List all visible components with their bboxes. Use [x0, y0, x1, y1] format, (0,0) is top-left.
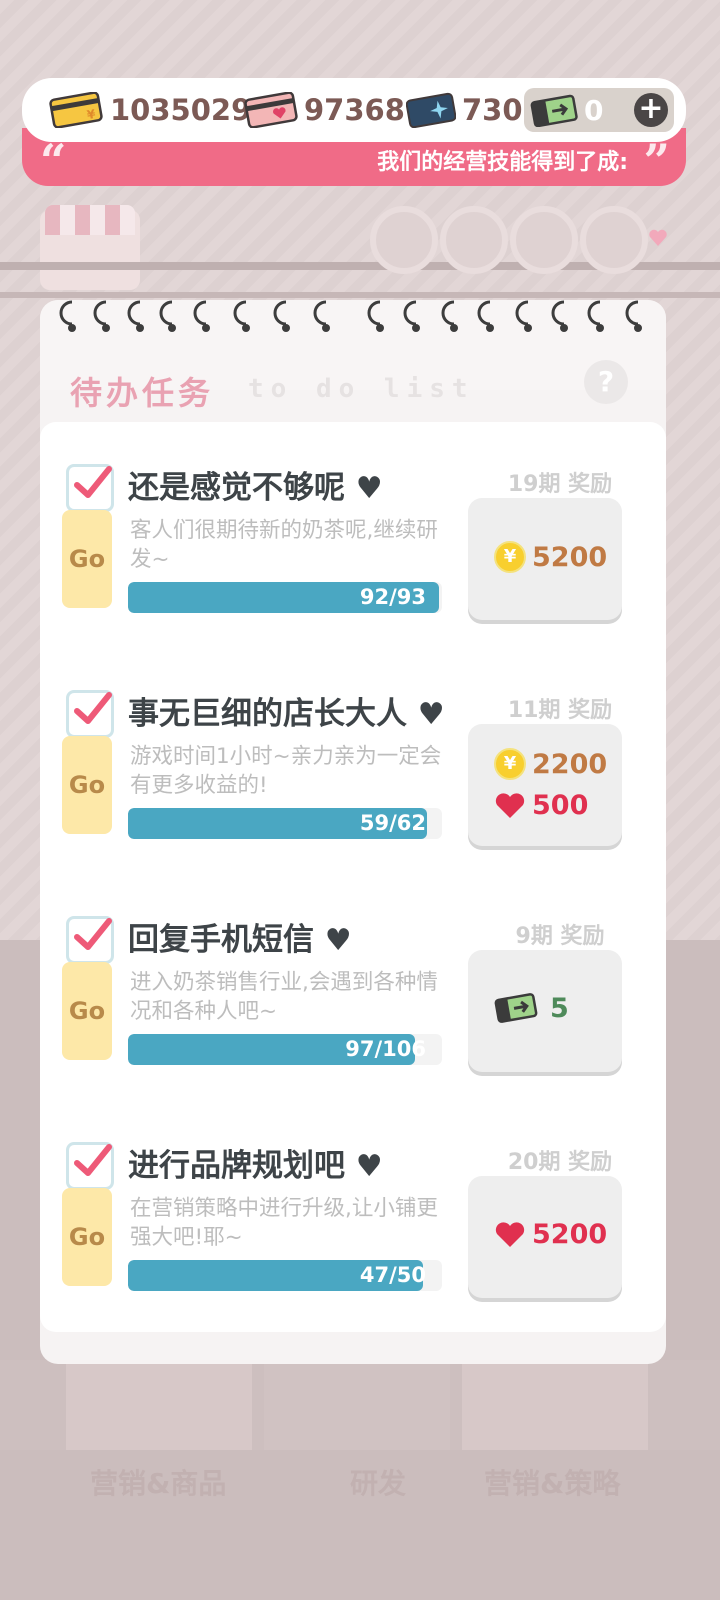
- task-title-text: 进行品牌规划吧: [128, 1148, 345, 1184]
- gold-card-icon: ¥: [49, 92, 103, 128]
- task-description: 客人们很期待新的奶茶呢,继续研发~: [130, 518, 438, 572]
- progress-text: 92/93: [359, 585, 426, 609]
- bottom-tab-bg: [66, 1360, 252, 1450]
- task-title: 事无巨细的店长大人 ♥: [128, 688, 445, 733]
- panel-subtitle: to do list: [248, 374, 475, 404]
- go-button[interactable]: Go: [62, 1188, 112, 1286]
- reward-row: 5200: [494, 1219, 607, 1250]
- heart-icon: [495, 792, 525, 818]
- bottom-tab-bg: [462, 1360, 648, 1450]
- reward-box[interactable]: 5200: [468, 1176, 622, 1298]
- go-button[interactable]: Go: [62, 962, 112, 1060]
- reward-period: 11期 奖励: [507, 698, 613, 723]
- heart-icon: [495, 1221, 525, 1247]
- marquee-text: 我们的经营技能得到了成:: [377, 150, 628, 175]
- task-progress-bar: 92/93: [128, 582, 442, 613]
- blue-card-icon: [406, 92, 456, 128]
- pink-card-currency: 97368: [244, 88, 405, 132]
- currency-bar: ¥ 1035029 97368 730 0 +: [22, 78, 686, 142]
- check-icon: [74, 918, 112, 950]
- task-progress-bar: 47/50: [128, 1260, 442, 1291]
- blue-card-value: 730: [462, 93, 523, 127]
- bottom-tab-label[interactable]: 营销&策略: [484, 1462, 620, 1502]
- heart-icon: [649, 229, 667, 246]
- task-description: 进入奶茶销售行业,会遇到各种情况和各种人吧~: [130, 970, 438, 1024]
- reward-period: 20期 奖励: [507, 1150, 613, 1175]
- reward-value: 5200: [532, 1219, 608, 1250]
- shop-awning: [45, 205, 135, 235]
- heart-icon: ♥: [355, 1149, 383, 1184]
- task-item: 事无巨细的店长大人 ♥ Go 游戏时间1小时~亲力亲为一定会有更多收益的! 59…: [60, 680, 646, 880]
- help-button[interactable]: ?: [584, 360, 628, 404]
- progress-text: 97/106: [345, 1037, 426, 1061]
- coin-icon: ¥: [494, 748, 526, 780]
- check-icon: [74, 692, 112, 724]
- reward-row: ¥ 2200: [494, 748, 607, 780]
- task-title-text: 还是感觉不够呢: [128, 470, 345, 506]
- gold-card-currency: ¥ 1035029: [48, 88, 251, 132]
- reward-box[interactable]: 5: [468, 950, 622, 1072]
- quote-open-icon: “: [40, 134, 67, 188]
- decor-circle: [510, 206, 578, 274]
- task-title-text: 事无巨细的店长大人: [128, 696, 407, 732]
- task-list: 还是感觉不够呢 ♥ Go 客人们很期待新的奶茶呢,继续研发~ 92/93 19期…: [40, 422, 666, 1332]
- reward-period: 19期 奖励: [507, 472, 613, 497]
- reward-value: 5200: [532, 541, 608, 573]
- task-title-text: 回复手机短信: [128, 922, 314, 958]
- ticket-icon: [530, 94, 578, 127]
- panel-title: 待办任务: [70, 374, 215, 412]
- task-checkbox: [66, 464, 114, 512]
- task-item: 还是感觉不够呢 ♥ Go 客人们很期待新的奶茶呢,继续研发~ 92/93 19期…: [60, 454, 646, 654]
- progress-text: 59/62: [359, 811, 426, 835]
- go-button[interactable]: Go: [62, 510, 112, 608]
- bottom-tab-label[interactable]: 研发: [350, 1462, 406, 1502]
- todo-panel: 待办任务 to do list ? 还是感觉不够呢 ♥ Go 客人们很期待新的奶…: [40, 300, 666, 1364]
- reward-row: 500: [494, 790, 588, 821]
- decor-circle: [370, 206, 438, 274]
- spiral-binding: [59, 300, 642, 332]
- reward-value: 5: [550, 992, 569, 1024]
- ticket-icon: [494, 993, 538, 1023]
- task-progress-bar: 59/62: [128, 808, 442, 839]
- ticket-currency: 0 +: [524, 88, 674, 132]
- progress-text: 47/50: [359, 1263, 426, 1287]
- task-description: 游戏时间1小时~亲力亲为一定会有更多收益的!: [130, 744, 442, 798]
- reward-period: 9期 奖励: [515, 924, 605, 949]
- task-title: 还是感觉不够呢 ♥: [128, 462, 383, 507]
- reward-row: 5: [494, 992, 569, 1024]
- quote-close-icon: ”: [643, 134, 670, 188]
- add-ticket-button[interactable]: +: [634, 93, 668, 127]
- task-description: 在营销策略中进行升级,让小铺更强大吧!耶~: [130, 1196, 438, 1250]
- check-icon: [74, 1144, 112, 1176]
- coin-icon: ¥: [494, 541, 526, 573]
- reward-box[interactable]: ¥ 5200: [468, 498, 622, 620]
- pink-card-value: 97368: [304, 93, 405, 127]
- gold-card-value: 1035029: [110, 93, 252, 127]
- pink-card-icon: [244, 92, 298, 128]
- decor-circle: [440, 206, 508, 274]
- task-title: 进行品牌规划吧 ♥: [128, 1140, 383, 1185]
- task-checkbox: [66, 916, 114, 964]
- go-button[interactable]: Go: [62, 736, 112, 834]
- task-checkbox: [66, 1142, 114, 1190]
- task-progress-bar: 97/106: [128, 1034, 442, 1065]
- reward-row: ¥ 5200: [494, 541, 607, 573]
- reward-value: 500: [532, 790, 589, 821]
- check-icon: [74, 466, 112, 498]
- reward-value: 2200: [532, 748, 608, 780]
- task-item: 回复手机短信 ♥ Go 进入奶茶销售行业,会遇到各种情况和各种人吧~ 97/10…: [60, 906, 646, 1106]
- reward-box[interactable]: ¥ 2200 500: [468, 724, 622, 846]
- task-title: 回复手机短信 ♥: [128, 914, 352, 959]
- task-item: 进行品牌规划吧 ♥ Go 在营销策略中进行升级,让小铺更强大吧!耶~ 47/50…: [60, 1132, 646, 1332]
- heart-icon: ♥: [355, 471, 383, 506]
- task-checkbox: [66, 690, 114, 738]
- heart-icon: ♥: [417, 697, 445, 732]
- bottom-tab-label[interactable]: 营销&商品: [90, 1462, 226, 1502]
- bottom-tab-bg: [264, 1360, 450, 1450]
- heart-icon: ♥: [324, 923, 352, 958]
- decor-circle: [580, 206, 648, 274]
- blue-card-currency: 730: [406, 88, 523, 132]
- ticket-value: 0: [584, 93, 604, 127]
